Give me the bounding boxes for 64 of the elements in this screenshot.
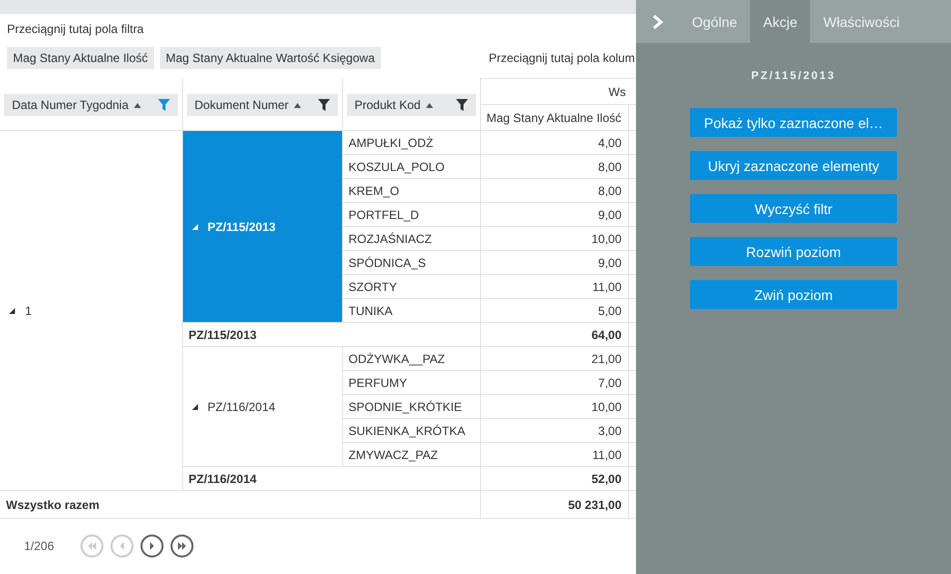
row-header[interactable]: SZORTY	[342, 274, 480, 298]
grand-total-label: Wszystko razem	[0, 490, 480, 518]
action-button[interactable]: Ukryj zaznaczone elementy	[690, 151, 897, 180]
row-header[interactable]: AMPUŁKI_ODŻ	[342, 130, 480, 154]
row-header[interactable]: ODŻYWKA__PAZ	[342, 346, 480, 370]
row-header[interactable]: PERFUMY	[342, 370, 480, 394]
grand-total-cell: 50 231,00	[480, 490, 628, 518]
expand-icon[interactable]	[8, 306, 16, 314]
row-header[interactable]: KREM_O	[342, 178, 480, 202]
sort-icon[interactable]	[294, 102, 301, 108]
subtotal-label: PZ/115/2013	[182, 322, 480, 346]
column-header: Ws	[608, 84, 626, 98]
table-cell: 11,00	[480, 274, 628, 298]
action-button[interactable]: Wyczyść filtr	[690, 194, 897, 223]
row-header[interactable]: TUNIKA	[342, 298, 480, 322]
filter-icon[interactable]	[456, 99, 468, 111]
row-header[interactable]: SPODNIE_KRÓTKIE	[342, 394, 480, 418]
row-header[interactable]: ROZJAŚNIACZ	[342, 226, 480, 250]
field-label: Data Numer Tygodnia	[12, 98, 129, 112]
table-cell: 8,00	[480, 154, 628, 178]
row-header[interactable]: SUKIENKA_KRÓTKA	[342, 418, 480, 442]
row-header[interactable]: ZMYWACZ_PAZ	[342, 442, 480, 466]
panel-title: PZ/115/2013	[751, 70, 836, 82]
action-button[interactable]: Zwiń poziom	[690, 280, 897, 309]
table-cell: 21,00	[480, 346, 628, 370]
table-cell: 11,00	[480, 442, 628, 466]
expand-icon[interactable]	[190, 402, 198, 410]
row-field-chip[interactable]: Produkt Kod	[346, 94, 476, 116]
table-cell: 5,00	[480, 298, 628, 322]
table-cell: 9,00	[480, 202, 628, 226]
field-label: Dokument Numer	[194, 98, 289, 112]
table-cell: 10,00	[480, 394, 628, 418]
row-header[interactable]: PORTFEL_D	[342, 202, 480, 226]
field-label: Produkt Kod	[354, 98, 421, 112]
subtotal-label: PZ/116/2014	[182, 466, 480, 490]
filter-icon[interactable]	[318, 99, 330, 111]
row-header[interactable]: SPÓDNICA_S	[342, 250, 480, 274]
table-cell: 4,00	[480, 130, 628, 154]
row-field-chip[interactable]: Data Numer Tygodnia	[4, 94, 178, 116]
data-field-chip[interactable]: Mag Stany Aktualne Ilość	[7, 47, 154, 69]
last-page-icon[interactable]	[170, 534, 194, 558]
page-indicator: 1/206	[24, 539, 54, 553]
action-button[interactable]: Rozwiń poziom	[690, 237, 897, 266]
row-header-cell[interactable]: PZ/115/2013	[182, 130, 342, 322]
table-cell: 9,00	[480, 250, 628, 274]
subtotal-cell: 64,00	[480, 322, 628, 346]
next-page-icon[interactable]	[140, 534, 164, 558]
table-cell: 3,00	[480, 418, 628, 442]
table-cell: 7,00	[480, 370, 628, 394]
column-header: Mag Stany Aktualne Ilość	[480, 104, 628, 130]
column-drop-area: Przeciągnij tutaj pola kolum	[488, 51, 635, 65]
subtotal-cell: 52,00	[480, 466, 628, 490]
row-header[interactable]: 1	[25, 304, 32, 318]
action-button[interactable]: Pokaż tylko zaznaczone el…	[690, 108, 897, 137]
filter-drop-area: Przeciągnij tutaj pola filtra	[0, 14, 636, 44]
row-header[interactable]: KOSZULA_POLO	[342, 154, 480, 178]
table-cell: 8,00	[480, 178, 628, 202]
sort-icon[interactable]	[426, 102, 433, 108]
table-cell: 10,00	[480, 226, 628, 250]
row-header-cell[interactable]: PZ/116/2014	[182, 346, 342, 466]
collapse-panel-icon[interactable]	[652, 14, 664, 30]
row-field-chip[interactable]: Dokument Numer	[186, 94, 338, 116]
sort-icon[interactable]	[134, 102, 141, 108]
data-field-chip[interactable]: Mag Stany Aktualne Wartość Księgowa	[160, 47, 381, 69]
